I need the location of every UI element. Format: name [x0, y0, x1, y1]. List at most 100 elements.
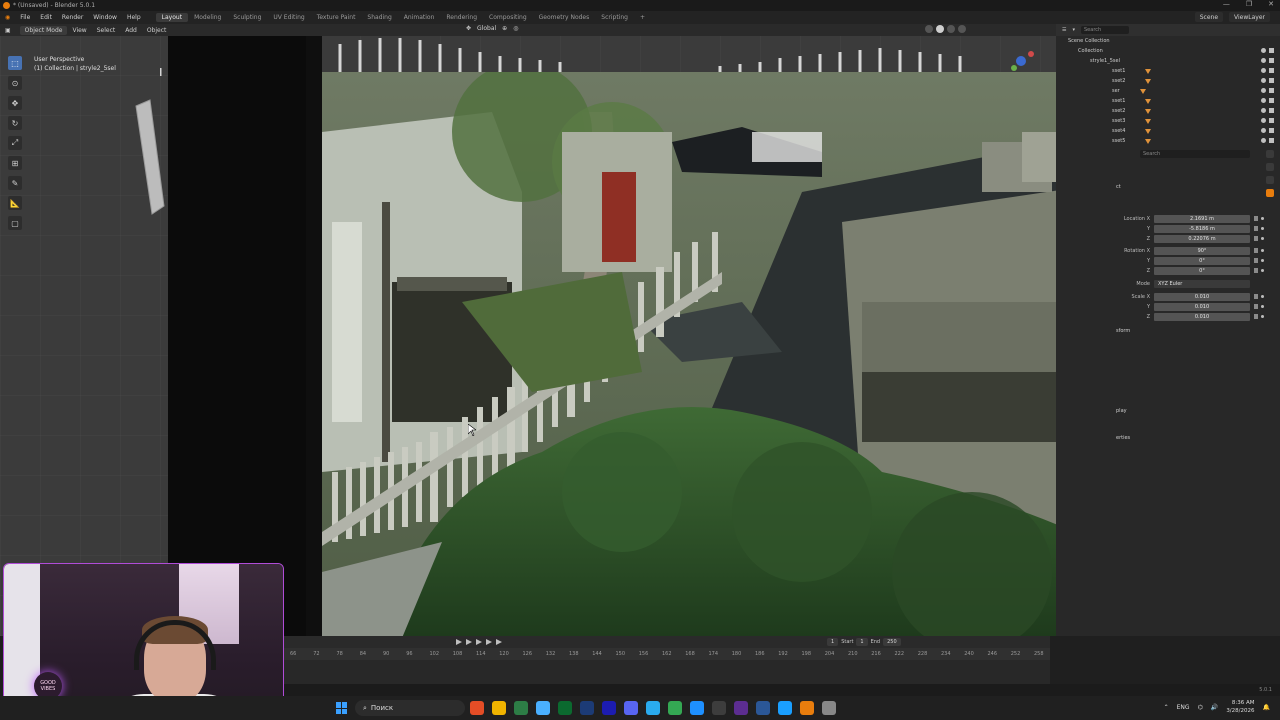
taskbar-app-icon[interactable] — [800, 701, 814, 715]
rotate-tool-icon[interactable]: ↻ — [8, 116, 22, 130]
delta-transform-section[interactable]: sform — [1116, 328, 1130, 334]
start-menu-icon[interactable] — [336, 702, 348, 714]
taskbar-app-icon[interactable] — [580, 701, 594, 715]
network-icon[interactable]: ⌬ — [1198, 704, 1203, 711]
visibility-eye-icon[interactable] — [1261, 108, 1266, 113]
notification-bell-icon[interactable]: 🔔 — [1263, 704, 1270, 711]
tool-tab-icon[interactable] — [1266, 150, 1274, 158]
current-frame-field[interactable]: 1 — [827, 638, 839, 646]
taskbar-app-icon[interactable] — [756, 701, 770, 715]
keyframe-dot-icon[interactable] — [1261, 295, 1264, 298]
taskbar-app-icon[interactable] — [734, 701, 748, 715]
keyframe-dot-icon[interactable] — [1261, 269, 1264, 272]
visibility-eye-icon[interactable] — [1261, 138, 1266, 143]
outliner-search-input[interactable]: Search — [1081, 26, 1129, 34]
location-y-field[interactable]: -5.8186 m — [1154, 224, 1250, 233]
taskbar-app-icon[interactable] — [602, 701, 616, 715]
menu-select[interactable]: Select — [92, 27, 121, 34]
menu-window[interactable]: Window — [88, 14, 122, 21]
tab-texture-paint[interactable]: Texture Paint — [311, 13, 362, 22]
lock-icon[interactable] — [1254, 258, 1258, 263]
visibility-eye-icon[interactable] — [1261, 78, 1266, 83]
render-visibility-icon[interactable] — [1269, 48, 1274, 53]
lock-icon[interactable] — [1254, 216, 1258, 221]
add-workspace-button[interactable]: + — [634, 13, 651, 22]
material-shading-icon[interactable] — [947, 25, 955, 33]
outliner-object-row[interactable]: sset3 — [1056, 116, 1280, 126]
jump-end-icon[interactable] — [496, 639, 502, 645]
tab-shading[interactable]: Shading — [361, 13, 397, 22]
tab-uv-editing[interactable]: UV Editing — [267, 13, 310, 22]
transform-tool-icon[interactable]: ⊞ — [8, 156, 22, 170]
menu-file[interactable]: File — [15, 14, 35, 21]
viewport-display-section[interactable]: play — [1116, 408, 1127, 414]
location-x-field[interactable]: 2.1691 m — [1154, 214, 1250, 223]
close-button[interactable]: ✕ — [1268, 0, 1274, 8]
visibility-eye-icon[interactable] — [1261, 48, 1266, 53]
clock[interactable]: 8:36 AM 3/28/2026 — [1226, 699, 1254, 715]
scene-collection-row[interactable]: Scene Collection — [1056, 36, 1280, 46]
collection-row[interactable]: Collection — [1056, 46, 1280, 56]
editor-type-icon[interactable]: ▣ — [0, 27, 16, 34]
outliner-object-row[interactable]: sset4 — [1056, 126, 1280, 136]
measure-tool-icon[interactable]: 📐 — [8, 196, 22, 210]
blender-menu-icon[interactable]: ◉ — [0, 14, 15, 21]
keyframe-dot-icon[interactable] — [1261, 305, 1264, 308]
scale-x-field[interactable]: 0.010 — [1154, 292, 1250, 301]
language-indicator[interactable]: ENG — [1177, 704, 1190, 711]
rendered-shading-icon[interactable] — [958, 25, 966, 33]
render-tab-icon[interactable] — [1266, 163, 1274, 171]
outliner-object-row[interactable]: sset2 — [1056, 76, 1280, 86]
custom-properties-section[interactable]: erties — [1116, 435, 1130, 441]
keyframe-dot-icon[interactable] — [1261, 259, 1264, 262]
keyframe-dot-icon[interactable] — [1261, 315, 1264, 318]
keyframe-dot-icon[interactable] — [1261, 237, 1264, 240]
taskbar-app-icon[interactable] — [646, 701, 660, 715]
outliner-object-row[interactable]: sset5 — [1056, 136, 1280, 146]
outliner-editor-icon[interactable]: ☰ — [1062, 27, 1066, 33]
taskbar-search-input[interactable]: ⌕ Поиск — [355, 700, 465, 716]
visibility-eye-icon[interactable] — [1261, 68, 1266, 73]
add-cube-tool-icon[interactable]: ▢ — [8, 216, 22, 230]
menu-view[interactable]: View — [67, 27, 91, 34]
lock-icon[interactable] — [1254, 304, 1258, 309]
start-frame-field[interactable]: 1 — [856, 638, 868, 646]
render-visibility-icon[interactable] — [1269, 98, 1274, 103]
taskbar-app-icon[interactable] — [558, 701, 572, 715]
visibility-eye-icon[interactable] — [1261, 128, 1266, 133]
visibility-eye-icon[interactable] — [1261, 58, 1266, 63]
render-visibility-icon[interactable] — [1269, 58, 1274, 63]
menu-edit[interactable]: Edit — [35, 14, 57, 21]
lock-icon[interactable] — [1254, 236, 1258, 241]
visibility-eye-icon[interactable] — [1261, 88, 1266, 93]
lock-icon[interactable] — [1254, 268, 1258, 273]
mode-selector[interactable]: Object Mode — [19, 25, 68, 35]
menu-render[interactable]: Render — [57, 14, 88, 21]
tab-modeling[interactable]: Modeling — [188, 13, 227, 22]
jump-start-icon[interactable] — [456, 639, 462, 645]
tab-layout[interactable]: Layout — [155, 13, 189, 22]
taskbar-app-icon[interactable] — [624, 701, 638, 715]
taskbar-app-icon[interactable] — [822, 701, 836, 715]
rotation-z-field[interactable]: 0° — [1154, 266, 1250, 275]
lock-icon[interactable] — [1254, 226, 1258, 231]
transform-orientation[interactable]: ✥ Global ⊕ ◎ — [466, 25, 518, 32]
keyframe-dot-icon[interactable] — [1261, 249, 1264, 252]
solid-shading-icon[interactable] — [936, 25, 944, 33]
render-visibility-icon[interactable] — [1269, 78, 1274, 83]
taskbar-app-icon[interactable] — [690, 701, 704, 715]
keyframe-dot-icon[interactable] — [1261, 227, 1264, 230]
menu-help[interactable]: Help — [122, 14, 146, 21]
outliner-filter-icon[interactable]: ▾ — [1072, 27, 1075, 33]
taskbar-app-icon[interactable] — [712, 701, 726, 715]
lock-icon[interactable] — [1254, 294, 1258, 299]
taskbar-app-icon[interactable] — [514, 701, 528, 715]
tab-scripting[interactable]: Scripting — [595, 13, 634, 22]
tab-rendering[interactable]: Rendering — [440, 13, 483, 22]
lock-icon[interactable] — [1254, 248, 1258, 253]
tab-animation[interactable]: Animation — [398, 13, 441, 22]
volume-icon[interactable]: 🔊 — [1211, 704, 1218, 711]
taskbar-app-icon[interactable] — [492, 701, 506, 715]
visibility-eye-icon[interactable] — [1261, 118, 1266, 123]
menu-object[interactable]: Object — [142, 27, 172, 34]
